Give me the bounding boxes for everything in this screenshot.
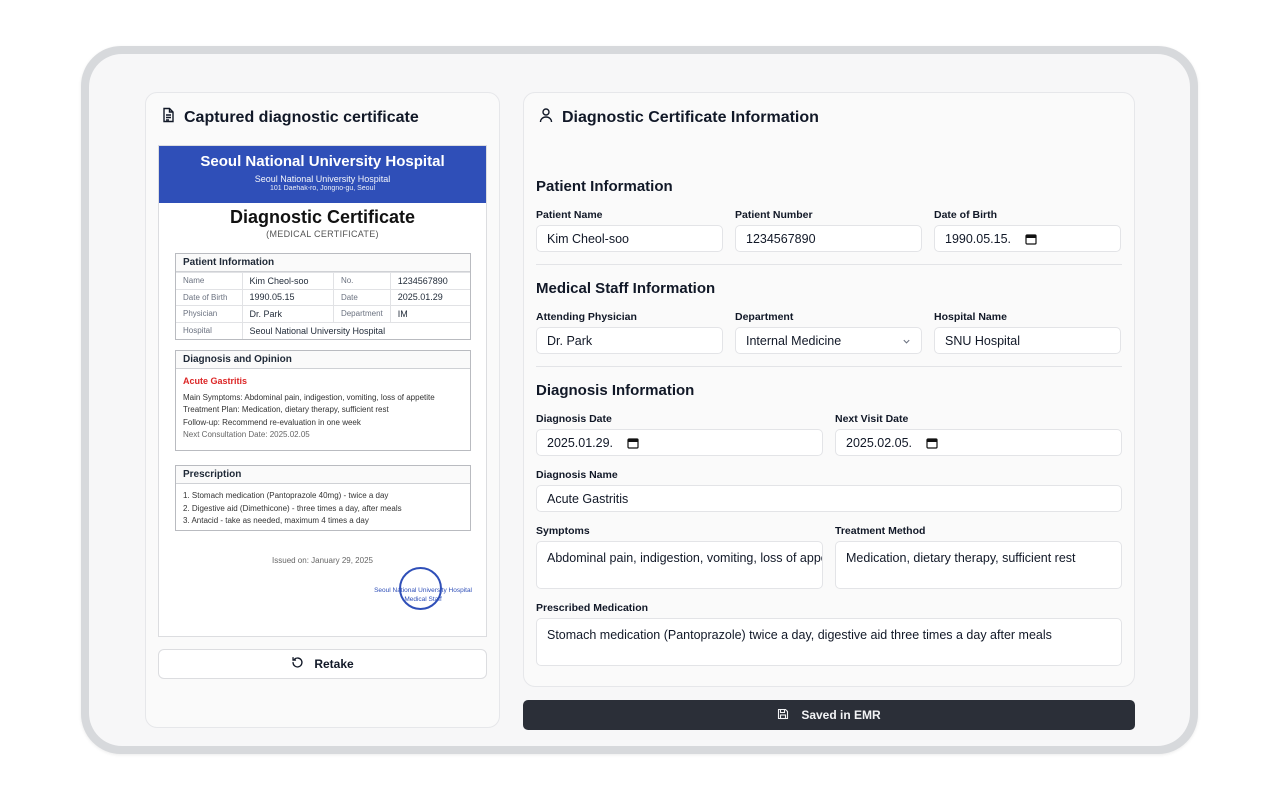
cert-name-value: Kim Cheol-soo [242,272,334,289]
captured-certificate-panel: Captured diagnostic certificate Seoul Na… [145,92,500,728]
certificate-image: Seoul National University Hospital Seoul… [158,145,487,637]
symptoms-label: Symptoms [536,525,590,537]
medication-label: Prescribed Medication [536,602,649,614]
cert-no-value: 1234567890 [390,272,470,289]
calendar-icon[interactable] [1025,233,1037,245]
cert-date-value: 2025.01.29 [390,288,470,306]
certificate-issued-date: Issued on: January 29, 2025 [272,556,373,565]
cert-physician-value: Dr. Park [242,305,334,322]
certificate-hospital-name: Seoul National University Hospital [200,153,445,170]
cert-hospital-label: Hospital [176,321,243,339]
captured-certificate-title: Captured diagnostic certificate [160,107,419,128]
physician-input[interactable]: Dr. Park [536,327,723,354]
next-visit-value: 2025.02.05. [846,435,913,450]
cert-physician-label: Physician [176,305,243,322]
cert-department-value: IM [390,305,470,322]
medication-textarea[interactable]: Stomach medication (Pantoprazole) twice … [536,618,1122,666]
next-visit-input[interactable]: 2025.02.05. [835,429,1122,456]
patient-name-label: Patient Name [536,209,603,221]
prescription-item: 1. Stomach medication (Pantoprazole 40mg… [183,491,389,500]
medication-value: Stomach medication (Pantoprazole) twice … [547,628,1052,642]
next-visit-label: Next Visit Date [835,413,909,425]
department-select[interactable]: Internal Medicine [735,327,922,354]
user-icon [538,107,554,128]
certificate-address: 101 Daehak-ro, Jongno-gu, Seoul [269,185,376,192]
tablet-frame: Captured diagnostic certificate Seoul Na… [81,46,1198,754]
certificate-followup: Follow-up: Recommend re-evaluation in on… [183,417,361,427]
patient-number-label: Patient Number [735,209,813,221]
dob-input[interactable]: 1990.05.15. [934,225,1121,252]
cert-no-label: No. [333,272,391,289]
certificate-symptoms: Main Symptoms: Abdominal pain, indigesti… [183,392,435,402]
calendar-icon[interactable] [926,437,938,449]
chevron-down-icon [903,339,910,344]
hospital-label: Hospital Name [934,311,1007,323]
diagnosis-name-input[interactable]: Acute Gastritis [536,485,1122,512]
patient-number-input[interactable]: 1234567890 [735,225,922,252]
diagnosis-date-value: 2025.01.29. [547,435,614,450]
symptoms-value: Abdominal pain, indigestion, vomiting, l… [547,551,823,565]
cert-department-label: Department [333,305,391,322]
section-divider [536,264,1122,265]
department-value: Internal Medicine [746,333,842,348]
patient-name-input[interactable]: Kim Cheol-soo [536,225,723,252]
certificate-info-heading: Diagnostic Certificate Information [562,108,819,126]
save-emr-button[interactable]: Saved in EMR [523,700,1135,730]
cert-dob-label: Date of Birth [176,288,243,306]
rotate-ccw-icon [291,656,304,672]
treatment-label: Treatment Method [835,525,926,537]
patient-section-title: Patient Information [536,178,673,195]
certificate-treatment: Treatment Plan: Medication, dietary ther… [183,405,389,414]
calendar-icon[interactable] [627,437,639,449]
captured-certificate-heading: Captured diagnostic certificate [184,108,419,126]
physician-value: Dr. Park [547,333,593,348]
certificate-info-title: Diagnostic Certificate Information [538,107,819,128]
certificate-header: Seoul National University Hospital Seoul… [159,146,486,203]
certificate-next-consultation: Next Consultation Date: 2025.02.05 [183,430,310,439]
staff-section-title: Medical Staff Information [536,280,716,297]
physician-label: Attending Physician [536,311,637,323]
dob-value: 1990.05.15. [945,231,1012,246]
certificate-title: Diagnostic Certificate [229,207,416,227]
cert-name-label: Name [176,272,243,289]
prescription-item: 2. Digestive aid (Dimethicone) - three t… [183,503,402,513]
diagnosis-name-label: Diagnosis Name [536,469,618,481]
app-screen: Captured diagnostic certificate Seoul Na… [89,54,1190,746]
certificate-subtitle: (MEDICAL CERTIFICATE) [266,229,379,239]
certificate-prescription-heading: Prescription [176,466,470,484]
certificate-diagnosis-name: Acute Gastritis [183,376,248,386]
certificate-patient-box: Patient Information Name Kim Cheol-soo N… [175,253,471,340]
diagnosis-date-input[interactable]: 2025.01.29. [536,429,823,456]
stamp-seal-icon [399,567,442,610]
treatment-value: Medication, dietary therapy, sufficient … [846,551,1076,565]
certificate-hospital-sub: Seoul National University Hospital [254,174,391,184]
department-label: Department [735,311,794,323]
certificate-prescription-box: Prescription 1. Stomach medication (Pant… [175,465,471,531]
hospital-value: SNU Hospital [945,333,1021,348]
dob-label: Date of Birth [934,209,997,221]
certificate-info-panel: Diagnostic Certificate Information Patie… [523,92,1135,687]
cert-dob-value: 1990.05.15 [242,288,334,306]
cert-hospital-value: Seoul National University Hospital [242,321,470,339]
document-icon [160,107,176,128]
patient-name-value: Kim Cheol-soo [547,231,629,246]
cert-date-label: Date [333,288,391,306]
treatment-textarea[interactable]: Medication, dietary therapy, sufficient … [835,541,1122,589]
symptoms-textarea[interactable]: Abdominal pain, indigestion, vomiting, l… [536,541,823,589]
section-divider [536,366,1122,367]
retake-label: Retake [314,657,354,671]
diagnosis-name-value: Acute Gastritis [547,491,629,506]
prescription-item: 3. Antacid - take as needed, maximum 4 t… [183,516,369,525]
save-emr-label: Saved in EMR [801,708,881,722]
diagnosis-date-label: Diagnosis Date [536,413,612,425]
hospital-input[interactable]: SNU Hospital [934,327,1121,354]
diagnosis-section-title: Diagnosis Information [536,382,695,399]
certificate-patient-heading: Patient Information [176,254,470,272]
retake-button[interactable]: Retake [158,649,487,679]
certificate-diagnosis-box: Diagnosis and Opinion Acute Gastritis Ma… [175,350,471,451]
patient-number-value: 1234567890 [746,231,816,246]
certificate-patient-table: Name Kim Cheol-soo No. 1234567890 Date o… [176,272,470,339]
certificate-diagnosis-heading: Diagnosis and Opinion [176,351,470,369]
save-icon [777,708,789,723]
